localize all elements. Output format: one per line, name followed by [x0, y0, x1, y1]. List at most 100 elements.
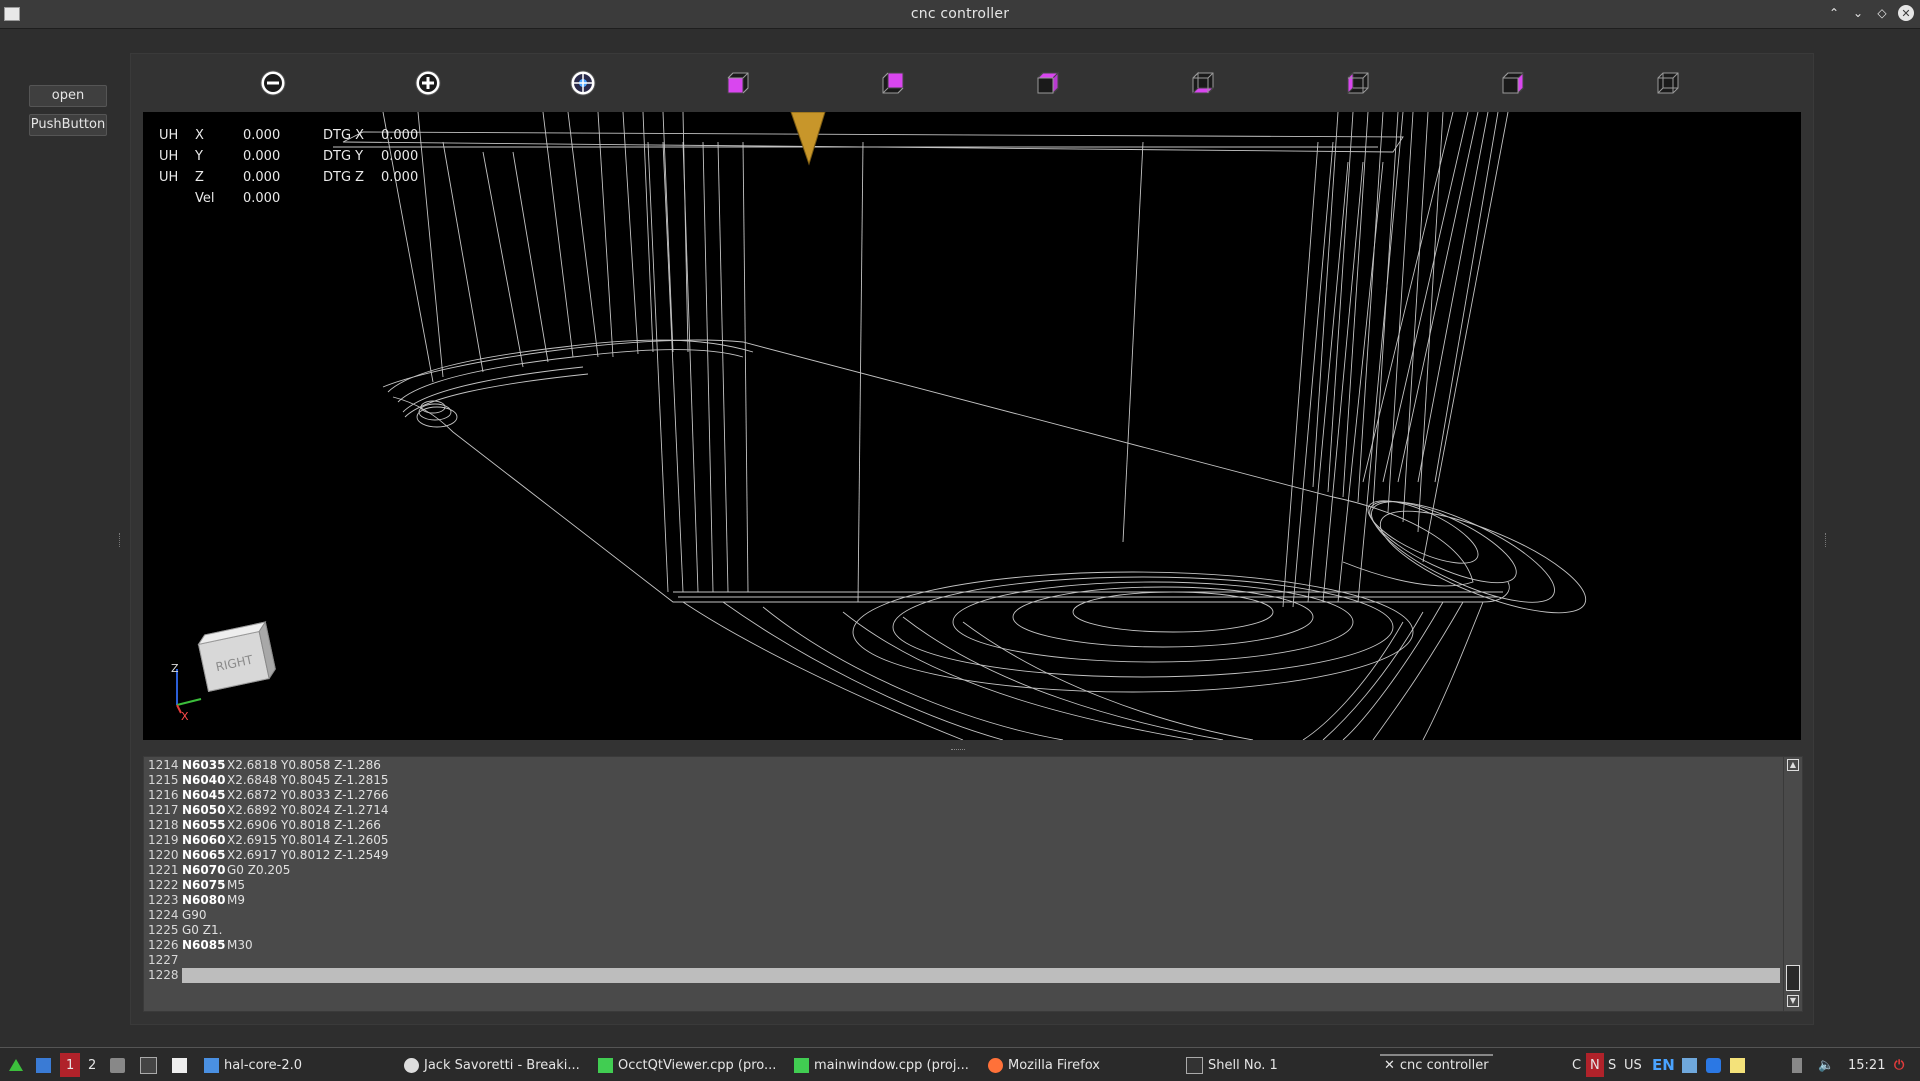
code-line[interactable]: 1221 N6070 G0 Z0.205: [144, 863, 1774, 878]
gcode-editor[interactable]: 1214 N6035 X2.6818 Y0.8058 Z-1.286 1215 N604…: [143, 756, 1803, 1012]
editor-launcher[interactable]: [172, 1056, 187, 1074]
code-line[interactable]: 1216 N6045 X2.6872 Y0.8033 Z-1.2766: [144, 788, 1774, 803]
clipboard-tray[interactable]: [1730, 1056, 1745, 1074]
dro-unit: UH: [159, 170, 179, 185]
code-line[interactable]: 1227: [144, 953, 1774, 968]
keyboard-layout[interactable]: US: [1624, 1056, 1642, 1074]
code-line[interactable]: 1222 N6075 M5: [144, 878, 1774, 893]
task-mainwindow[interactable]: mainwindow.cpp (proj...: [794, 1056, 969, 1074]
battery-tray[interactable]: [1792, 1056, 1802, 1074]
code-line[interactable]: 1219 N6060 X2.6915 Y0.8014 Z-1.2605: [144, 833, 1774, 848]
scroll-down-icon[interactable]: ▼: [1787, 995, 1799, 1007]
task-occt-viewer[interactable]: OcctQtViewer.cpp (pro...: [598, 1056, 776, 1074]
scroll-thumb[interactable]: [1786, 965, 1800, 991]
fit-all-button[interactable]: [566, 66, 600, 100]
line-number: 1224: [148, 908, 179, 922]
code-line[interactable]: 1223 N6080 M9: [144, 893, 1774, 908]
tray-s[interactable]: S: [1608, 1056, 1616, 1074]
maximize-icon[interactable]: ◇: [1874, 5, 1890, 21]
code-line[interactable]: 1218 N6055 X2.6906 Y0.8018 Z-1.266: [144, 818, 1774, 833]
line-number: 1216: [148, 788, 179, 802]
task-media[interactable]: Jack Savoretti - Breaki...: [404, 1056, 580, 1074]
minimize-icon[interactable]: ⌄: [1850, 5, 1866, 21]
qt-icon: [794, 1057, 809, 1073]
view-iso-button[interactable]: [1031, 66, 1065, 100]
language-indicator[interactable]: EN: [1652, 1056, 1675, 1074]
code-line[interactable]: 1214 N6035 X2.6818 Y0.8058 Z-1.286: [144, 758, 1774, 773]
dro-row-z: UH Z 0.000 DTG Z 0.000: [159, 170, 459, 191]
text-editor-icon: [172, 1057, 187, 1073]
window-controls: ⌃ ⌄ ◇ ✕: [1826, 5, 1914, 21]
network-tray[interactable]: [1682, 1056, 1697, 1074]
zoom-in-icon: [415, 70, 441, 96]
clock[interactable]: 15:21: [1848, 1056, 1885, 1074]
keep-above-icon[interactable]: ⌃: [1826, 5, 1842, 21]
tray-s-label: S: [1608, 1057, 1617, 1073]
y-axis-line: [176, 698, 202, 706]
task-hal-core[interactable]: hal-core-2.0: [204, 1056, 302, 1074]
code-line[interactable]: 1225 G0 Z1.: [144, 923, 1774, 938]
view-right-button[interactable]: [1496, 66, 1530, 100]
terminal-launcher[interactable]: [140, 1056, 157, 1074]
workspace-1-button[interactable]: 1: [60, 1053, 81, 1077]
gcode-text: X2.6917 Y0.8012 Z-1.2549: [227, 848, 389, 862]
code-line[interactable]: 1217 N6050 X2.6892 Y0.8024 Z-1.2714: [144, 803, 1774, 818]
task-label: cnc controller: [1399, 1057, 1489, 1073]
view-cube[interactable]: RIGHT Z X: [171, 617, 281, 727]
gcode-text: X2.6818 Y0.8058 Z-1.286: [227, 758, 381, 772]
open-button[interactable]: open: [29, 85, 107, 107]
code-line[interactable]: 1215 N6040 X2.6848 Y0.8045 Z-1.2815: [144, 773, 1774, 788]
dro-unit: UH: [159, 128, 179, 143]
code-line[interactable]: 1220 N6065 X2.6917 Y0.8012 Z-1.2549: [144, 848, 1774, 863]
zoom-out-icon: [260, 70, 286, 96]
code-line[interactable]: 1226 N6085 M30: [144, 938, 1774, 953]
zoom-out-button[interactable]: [256, 66, 290, 100]
firefox-icon: [988, 1057, 1003, 1073]
tray-n-label: N: [1590, 1057, 1600, 1073]
task-shell[interactable]: Shell No. 1: [1186, 1056, 1278, 1074]
dtg-label: DTG X: [323, 128, 365, 143]
view-toolbar: [131, 54, 1813, 110]
tray-n[interactable]: N: [1586, 1053, 1604, 1077]
view-back-button[interactable]: [1651, 66, 1685, 100]
push-button[interactable]: PushButton: [29, 114, 107, 136]
line-number: 1226: [148, 938, 179, 952]
view-front-button[interactable]: [721, 66, 755, 100]
bluetooth-tray[interactable]: [1706, 1056, 1721, 1074]
vertical-splitter-handle[interactable]: [951, 749, 965, 752]
view-bottom-button[interactable]: [1186, 66, 1220, 100]
close-icon[interactable]: ✕: [1898, 5, 1914, 21]
dro-value: 0.000: [243, 170, 281, 185]
taskbar: 1 2 hal-core-2.0 Jack Savoretti - Breaki…: [0, 1047, 1920, 1081]
workspace-1-label: 1: [66, 1057, 75, 1073]
left-splitter-handle[interactable]: [119, 533, 122, 547]
task-cnc-controller[interactable]: ✕ cnc controller: [1380, 1054, 1493, 1074]
volume-tray[interactable]: 🔈: [1818, 1056, 1834, 1074]
files-launcher[interactable]: [110, 1056, 125, 1074]
view-top-button[interactable]: [876, 66, 910, 100]
clipboard-icon: [1730, 1057, 1745, 1073]
app-icon: [4, 7, 20, 21]
scroll-up-icon[interactable]: ▲: [1787, 759, 1799, 771]
code-line[interactable]: 1224 G90: [144, 908, 1774, 923]
block-number: N6065: [182, 848, 226, 862]
3d-viewport[interactable]: UH X 0.000 DTG X 0.000 UH Y 0.000 DTG Y …: [143, 112, 1801, 740]
cube-top-icon: [882, 72, 904, 94]
block-number: N6050: [182, 803, 226, 817]
show-desktop-button[interactable]: [36, 1056, 51, 1074]
start-menu-button[interactable]: [8, 1056, 24, 1074]
view-left-button[interactable]: [1341, 66, 1375, 100]
line-number: 1218: [148, 818, 179, 832]
tray-c[interactable]: C: [1572, 1056, 1581, 1074]
zoom-in-button[interactable]: [411, 66, 445, 100]
editor-scrollbar[interactable]: ▲ ▼: [1783, 757, 1802, 1011]
task-firefox[interactable]: Mozilla Firefox: [988, 1056, 1100, 1074]
power-button[interactable]: ⏻: [1894, 1056, 1904, 1074]
code-line[interactable]: 1228: [144, 968, 1780, 983]
right-splitter-handle[interactable]: [1825, 533, 1828, 547]
workspace-2-button[interactable]: 2: [88, 1056, 96, 1074]
qt-icon: [598, 1057, 613, 1073]
block-number: N6075: [182, 878, 226, 892]
cube-wireframe-icon: [1657, 72, 1679, 94]
code-lines: 1214 N6035 X2.6818 Y0.8058 Z-1.286 1215 N604…: [144, 758, 1780, 983]
